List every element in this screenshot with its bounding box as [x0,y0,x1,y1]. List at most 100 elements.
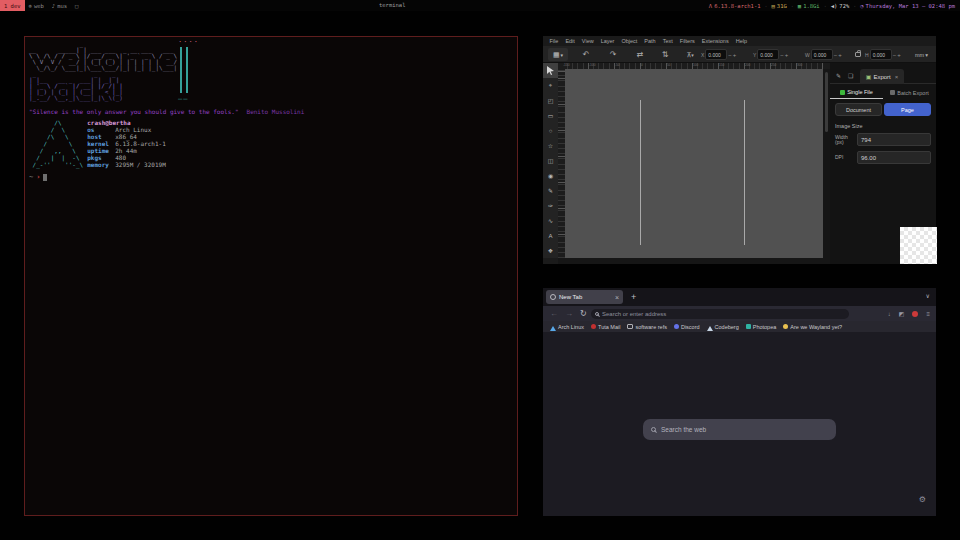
quote-text: "Silence is the only answer you should g… [29,108,239,115]
menu-layer[interactable]: Layer [597,38,618,44]
workspace-2[interactable]: ⊚web [25,0,48,11]
volume-icon: ◀) [831,3,838,9]
tab-batch-export[interactable]: Batch Export [883,86,936,99]
menu-filters[interactable]: Filters [676,38,698,44]
bookmark-7[interactable]: Are we Wayland yet? [783,324,842,330]
menu-file[interactable]: File [546,38,562,44]
spin-minus[interactable]: − [728,52,732,58]
menu-text[interactable]: Text [659,38,676,44]
pen-tool[interactable]: ✑ [543,198,558,213]
page-border-right [744,100,745,245]
shape-builder-tool[interactable]: ◰ [543,93,558,108]
bookmark-2[interactable]: Tuta Mail [591,324,620,330]
web-search-bar[interactable]: Search the web [643,419,836,440]
spin-minus[interactable]: − [780,52,784,58]
shell-prompt[interactable]: ~ › [29,173,47,181]
user-host: crash@bertha [87,119,166,126]
canvas[interactable] [565,69,823,258]
align-dropdown[interactable]: ⊼▾ [681,48,699,61]
scrollbar-thumb[interactable] [825,72,828,132]
flip-horizontal-icon[interactable]: ⇄ [633,48,647,61]
bookmark-3[interactable]: software refs [627,324,666,330]
spin-input[interactable]: 0.000 [870,49,892,60]
downloads-icon[interactable]: ↓ [888,311,891,317]
list-tabs-icon[interactable]: ∨ [926,292,930,299]
terminal-window[interactable]: _ __ _____| | ___ ___ _ __ ___ ___ \ \ /… [24,36,518,516]
select-all-dropdown[interactable]: ▦▾ [548,48,568,61]
menu-view[interactable]: View [578,38,597,44]
workspace-1[interactable]: 1 dev [0,0,25,11]
fill-stroke-icon[interactable]: ✎ [836,72,841,79]
pencil-tool[interactable]: ✎ [543,183,558,198]
fetch-value: 2h 44m [115,147,137,154]
new-tab-button[interactable]: + [631,291,636,303]
spin-plus[interactable]: + [785,52,789,58]
text-tool[interactable]: A [543,228,558,243]
url-bar[interactable]: Search or enter address [591,309,849,319]
forward-icon[interactable]: → [565,309,573,318]
batch-export-icon [890,90,895,95]
scope-document-button[interactable]: Document [835,103,882,116]
fetch-row: osArch Linux [87,126,166,133]
rotate-ccw-icon[interactable]: ↶ [579,48,593,61]
width-input[interactable]: 794 [857,133,931,146]
unit-dropdown[interactable]: mm▾ [915,48,928,61]
personalize-gear-icon[interactable]: ⚙ [919,495,926,504]
close-icon[interactable]: × [895,74,899,80]
extension-icon[interactable] [912,311,918,317]
bookmark-1[interactable]: Arch Linux [550,323,584,331]
node-tool[interactable]: ⌖ [543,78,558,93]
box-tool[interactable]: ◫ [543,153,558,168]
gradient-tool[interactable]: ❖ [543,243,558,258]
rotate-cw-icon[interactable]: ↷ [606,48,620,61]
flip-vertical-icon[interactable]: ⇅ [658,48,672,61]
tab-single-file[interactable]: Single File [830,86,883,99]
vertical-scrollbar[interactable] [823,69,830,258]
ruler-number: 100 [693,63,698,67]
bookmark-4[interactable]: Discord [674,324,700,330]
reload-icon[interactable]: ↻ [580,309,587,318]
ellipse-tool[interactable]: ○ [543,123,558,138]
close-tab-icon[interactable]: × [615,294,619,301]
spin-label: H [865,52,869,58]
menu-edit[interactable]: Edit [562,38,578,44]
browser-window[interactable]: New Tab × + ∨ ← → ↻ Search or enter addr… [543,288,936,516]
selector-tool[interactable] [543,63,558,78]
spin-label: Y [753,52,756,58]
layers-icon[interactable]: ❏ [848,72,853,79]
workspace-4[interactable]: □ [71,0,82,11]
lock-ratio-icon[interactable] [855,52,861,57]
bookmark-5[interactable]: Codeberg [707,323,739,331]
rectangle-tool[interactable]: ▭ [543,108,558,123]
workspace-3[interactable]: ♪mus [48,0,71,11]
back-icon[interactable]: ← [550,309,558,318]
menu-extensions[interactable]: Extensions [698,38,732,44]
menu-path[interactable]: Path [641,38,659,44]
spin-input[interactable]: 0.000 [811,49,833,60]
square-icon: □ [75,3,78,9]
spin-plus[interactable]: + [733,52,737,58]
browser-tab[interactable]: New Tab × [546,290,623,304]
dpi-input[interactable]: 96.00 [857,151,931,164]
fetch-row: uptime2h 44m [87,147,166,154]
star-tool[interactable]: ☆ [543,138,558,153]
status-text: 6.13.8-arch1-1 [714,3,760,9]
tab-export[interactable]: ▣ Export × [860,69,904,84]
menu-help[interactable]: Help [732,38,750,44]
spin-minus[interactable]: − [834,52,838,58]
spin-plus[interactable]: + [897,52,901,58]
calligraphy-tool[interactable]: ∿ [543,213,558,228]
inkscape-window[interactable]: FileEditViewLayerObjectPathTextFiltersEx… [543,36,936,264]
scope-page-button[interactable]: Page [884,103,931,116]
spiral-tool[interactable]: ◉ [543,168,558,183]
spin-plus[interactable]: + [838,52,842,58]
horizontal-scrollbar[interactable] [558,258,830,264]
export-tab-label: Export [873,74,890,80]
menu-icon[interactable]: ≡ [926,311,930,317]
spin-minus[interactable]: − [893,52,897,58]
bookmark-6[interactable]: Photopea [746,324,777,330]
spin-input[interactable]: 0.000 [757,49,779,60]
spin-input[interactable]: 0.000 [705,49,727,60]
extensions-icon[interactable]: ◩ [899,310,905,317]
menu-object[interactable]: Object [618,38,641,44]
